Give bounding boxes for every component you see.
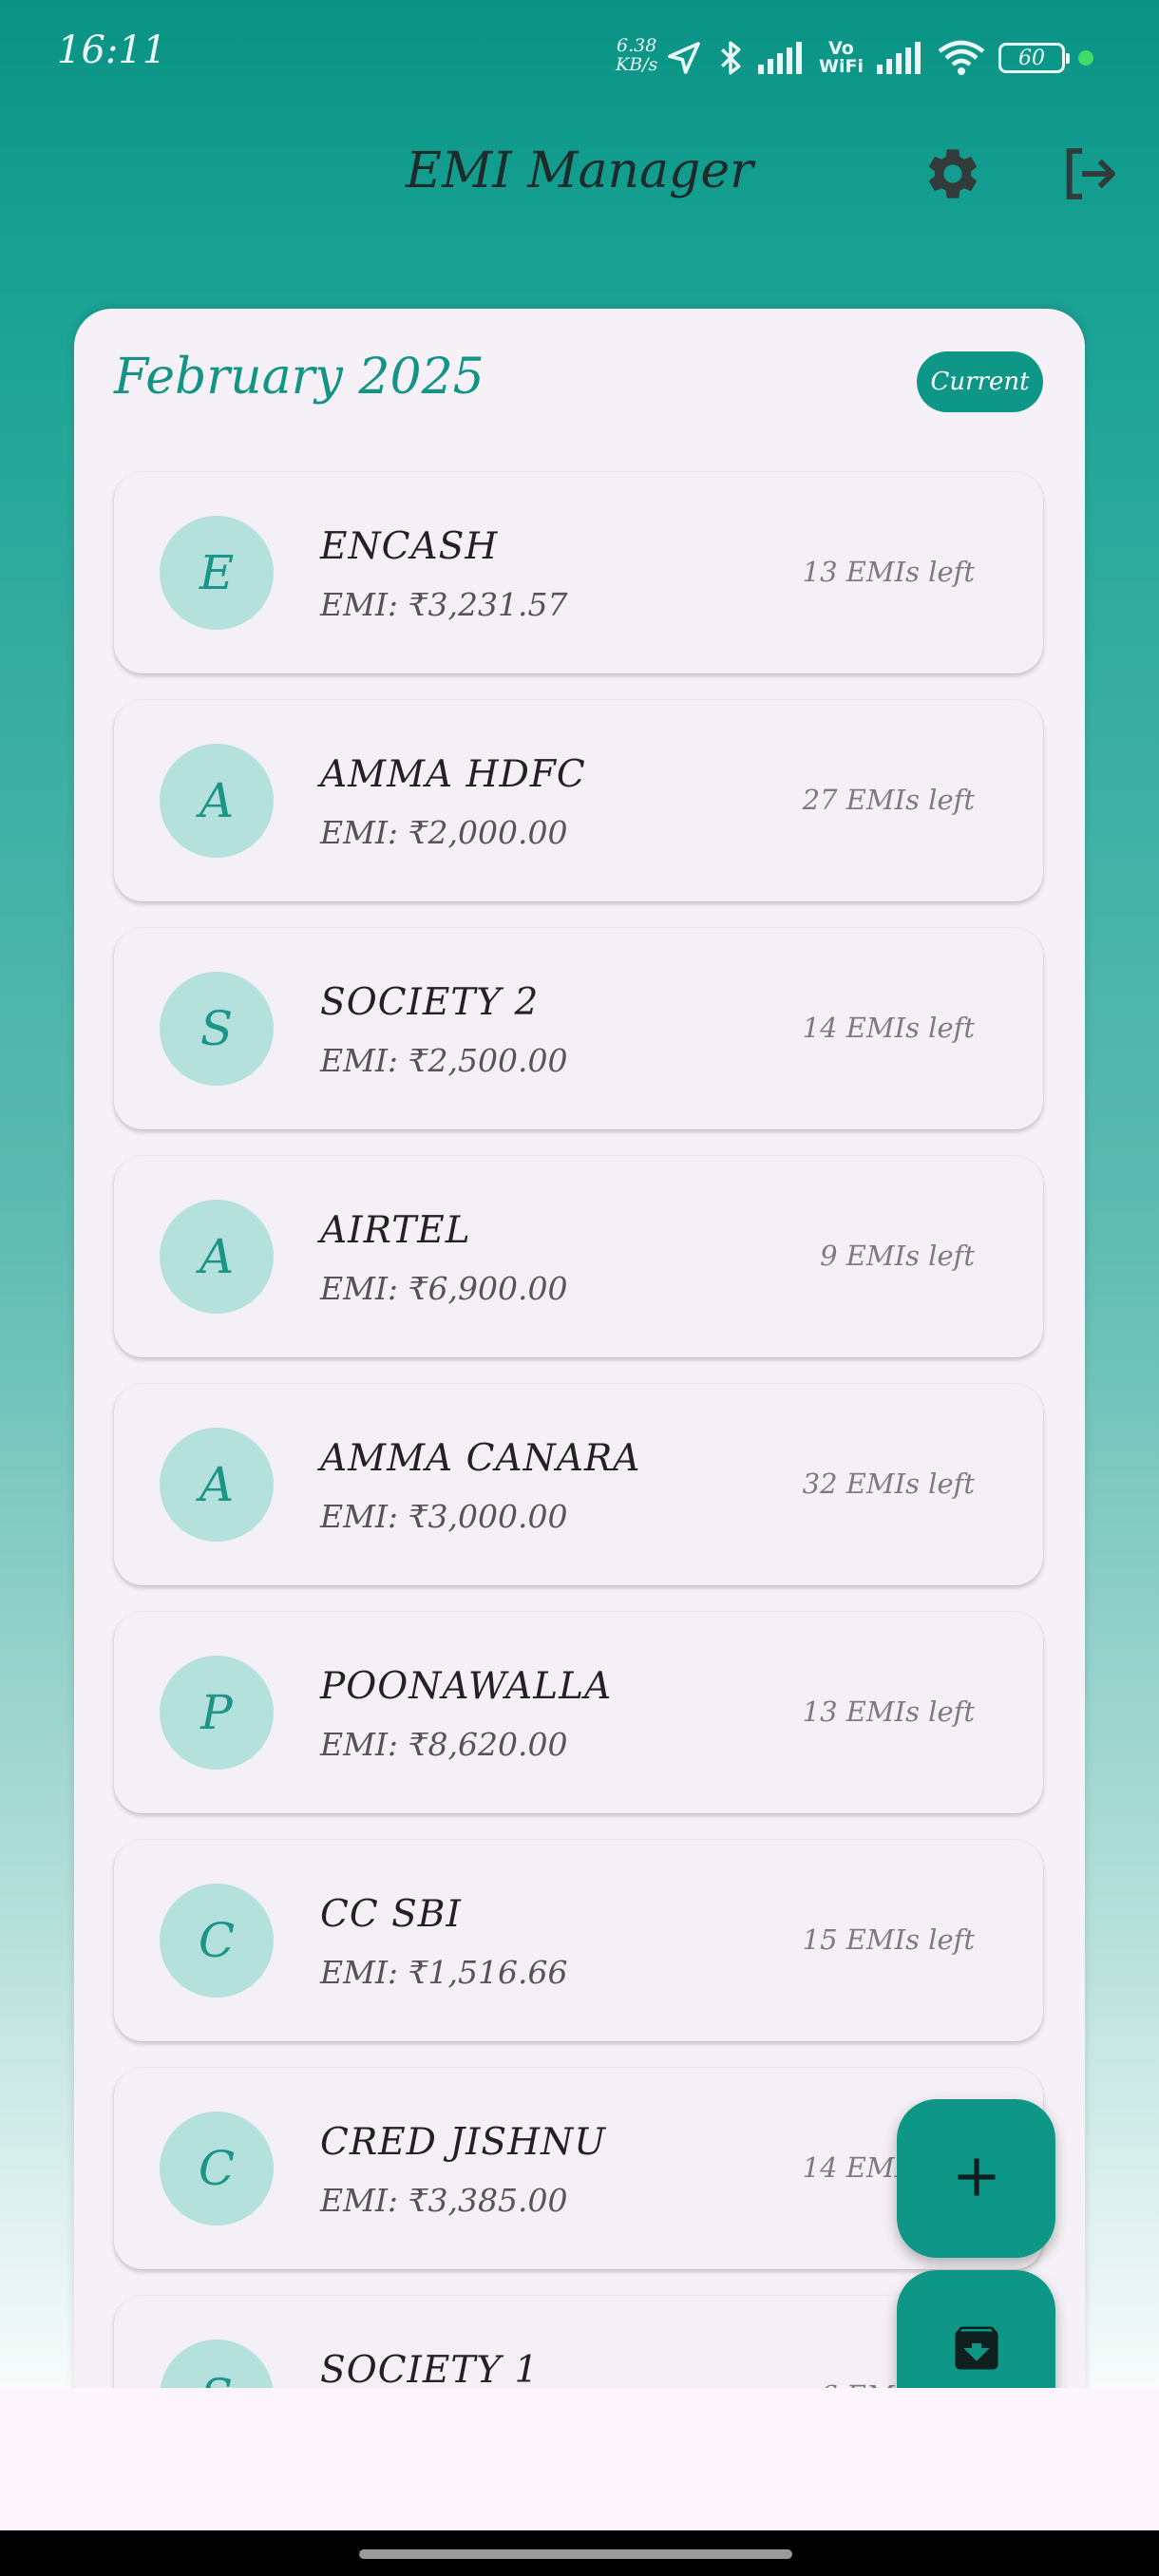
emi-avatar: A [160, 744, 274, 858]
emi-avatar: C [160, 2112, 274, 2226]
emi-avatar: S [160, 2339, 274, 2388]
emi-amount: EMI: ₹6,900.00 [320, 1270, 568, 1307]
emi-item[interactable]: C CC SBI EMI: ₹1,516.66 15 EMIs left [114, 1840, 1043, 2041]
emi-item[interactable]: P POONAWALLA EMI: ₹8,620.00 13 EMIs left [114, 1612, 1043, 1813]
emis-left: 27 EMIs left [802, 784, 975, 816]
emi-name: CC SBI [320, 1893, 462, 1936]
emis-left: 14 EMIs left [802, 1012, 975, 1044]
location-icon [665, 39, 703, 77]
status-bar: 16:11 6.38 KB/s Vo WiFi 60 [0, 0, 1159, 114]
archive-button[interactable] [897, 2270, 1055, 2388]
app-screen: 16:11 6.38 KB/s Vo WiFi 60 EMI Manager F… [0, 0, 1159, 2388]
logout-icon [1059, 143, 1120, 208]
emi-name: AIRTEL [320, 1209, 471, 1252]
emi-name: SOCIETY 2 [320, 981, 540, 1024]
emi-amount: EMI: ₹3,385.00 [320, 2182, 568, 2219]
status-icons: Vo WiFi 60 [665, 34, 1093, 82]
emi-avatar: A [160, 1200, 274, 1314]
bluetooth-icon [716, 38, 745, 78]
emi-list: E ENCASH EMI: ₹3,231.57 13 EMIs left A A… [114, 472, 1043, 2388]
emi-name: SOCIETY 1 [320, 2349, 540, 2388]
settings-button[interactable] [910, 133, 996, 218]
emi-amount: EMI: ₹3,231.57 [320, 586, 568, 623]
network-speed-value: 6.38 [617, 35, 657, 56]
system-nav-bar [0, 2530, 1159, 2576]
emi-item[interactable]: A AMMA CANARA EMI: ₹3,000.00 32 EMIs lef… [114, 1384, 1043, 1585]
emi-item[interactable]: A AMMA HDFC EMI: ₹2,000.00 27 EMIs left [114, 700, 1043, 901]
logout-button[interactable] [1047, 133, 1132, 218]
emi-name: CRED JISHNU [320, 2121, 607, 2164]
month-title: February 2025 [114, 349, 484, 406]
emi-name: ENCASH [320, 525, 499, 568]
emi-amount: EMI: ₹8,620.00 [320, 1726, 568, 1763]
emis-left: 32 EMIs left [802, 1468, 975, 1500]
emi-avatar: A [160, 1428, 274, 1542]
emi-name: AMMA CANARA [320, 1437, 641, 1480]
emi-item[interactable]: S SOCIETY 2 EMI: ₹2,500.00 14 EMIs left [114, 928, 1043, 1129]
network-speed: 6.38 KB/s [616, 36, 657, 74]
emi-amount: EMI: ₹1,516.66 [320, 1954, 568, 1991]
emi-amount: EMI: ₹2,000.00 [320, 814, 568, 851]
emi-item[interactable]: A AIRTEL EMI: ₹6,900.00 9 EMIs left [114, 1156, 1043, 1357]
emis-left: 9 EMIs left [820, 1240, 975, 1272]
bottom-area [0, 2388, 1159, 2530]
emi-name: AMMA HDFC [320, 753, 586, 796]
emi-avatar: P [160, 1656, 274, 1770]
emi-avatar: S [160, 972, 274, 1086]
cellular-signal-icon [758, 42, 806, 74]
emi-avatar: C [160, 1884, 274, 1998]
emi-amount: EMI: ₹2,500.00 [320, 1042, 568, 1079]
archive-icon [948, 2320, 1005, 2380]
emi-name: POONAWALLA [320, 1665, 613, 1708]
battery-level: 60 [1017, 46, 1045, 70]
app-bar: EMI Manager [0, 114, 1159, 256]
network-speed-unit: KB/s [616, 54, 658, 75]
gear-icon [922, 143, 983, 208]
add-emi-button[interactable] [897, 2099, 1055, 2258]
emi-item[interactable]: E ENCASH EMI: ₹3,231.57 13 EMIs left [114, 472, 1043, 673]
current-month-badge[interactable]: Current [917, 351, 1043, 412]
plus-icon [952, 2152, 1001, 2206]
emi-amount: EMI: ₹3,000.00 [320, 1498, 568, 1535]
status-time: 16:11 [57, 28, 167, 72]
privacy-indicator-dot [1077, 50, 1093, 66]
emis-left: 15 EMIs left [802, 1923, 975, 1956]
vowifi-label-bottom: WiFi [819, 56, 864, 77]
wifi-icon [938, 40, 985, 76]
vowifi-label: Vo WiFi [819, 40, 864, 76]
cellular-signal-2-icon [876, 42, 924, 74]
emis-left: 13 EMIs left [802, 556, 975, 588]
emi-avatar: E [160, 516, 274, 630]
month-card: February 2025 Current E ENCASH EMI: ₹3,2… [74, 309, 1085, 2388]
emis-left: 13 EMIs left [802, 1695, 975, 1728]
battery-icon: 60 [998, 43, 1070, 73]
home-indicator[interactable] [359, 2549, 792, 2559]
